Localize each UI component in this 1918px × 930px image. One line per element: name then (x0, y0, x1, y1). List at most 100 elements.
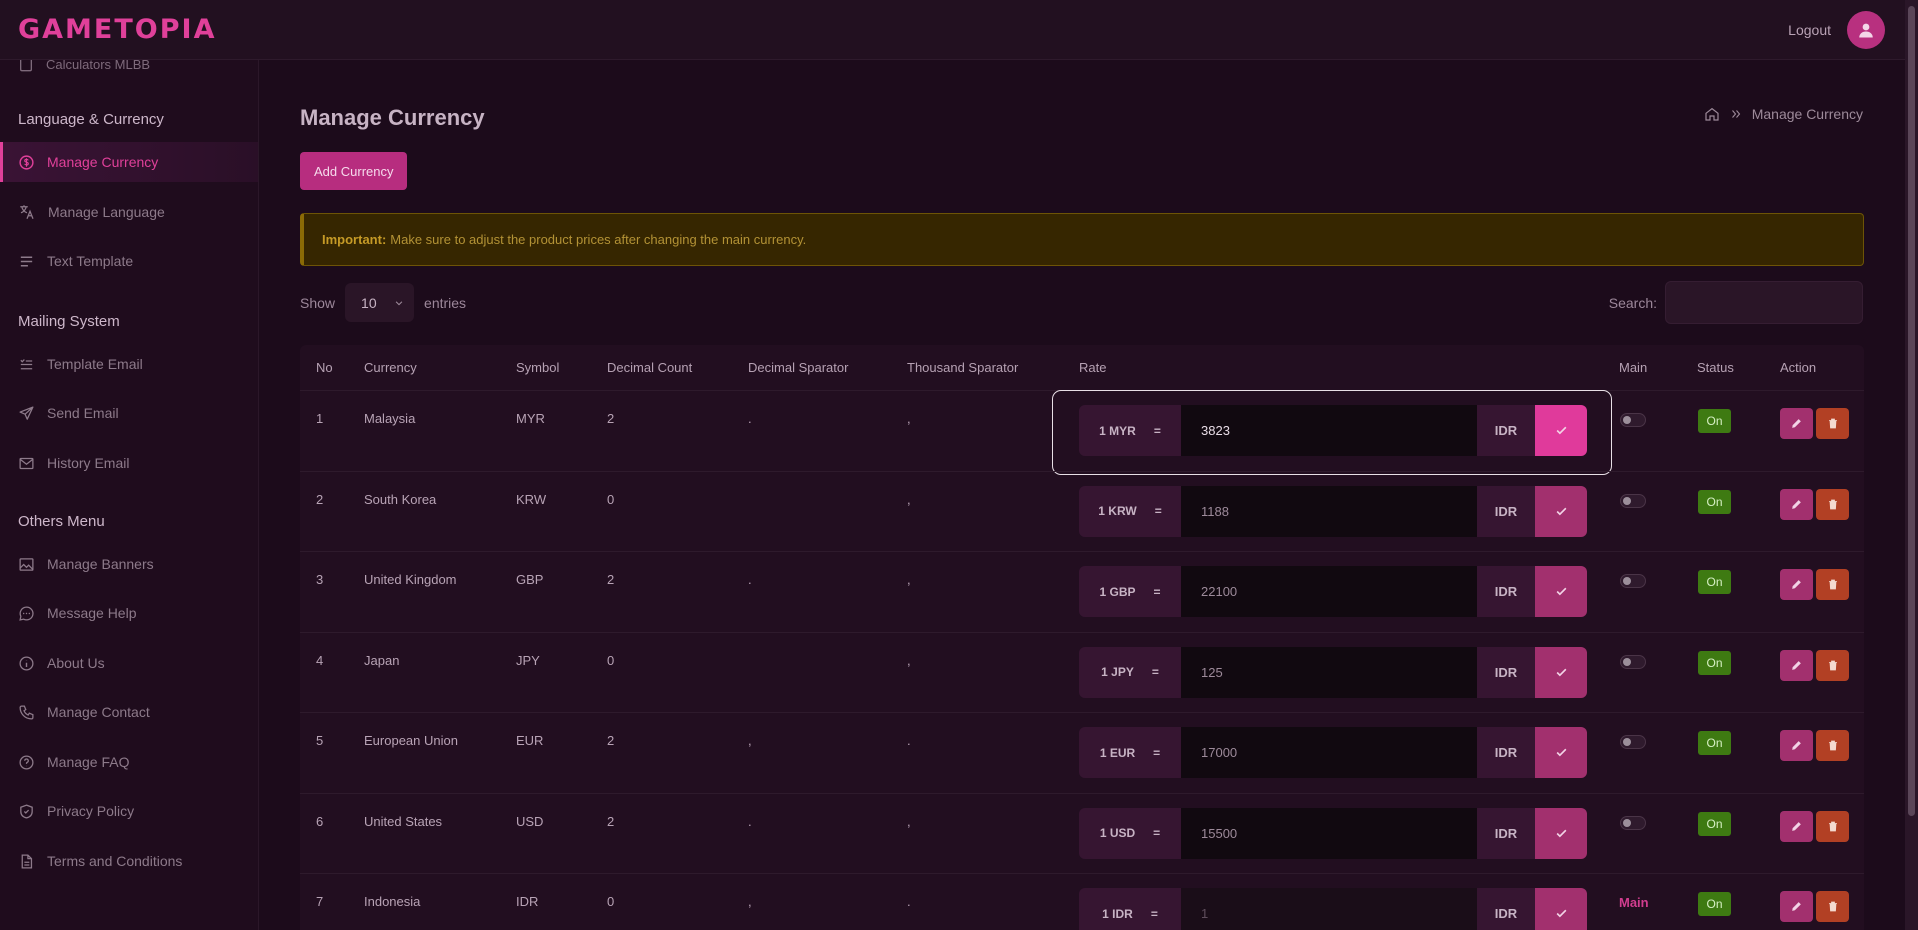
sidebar-item-terms-and-conditions[interactable]: Terms and Conditions (0, 841, 258, 881)
main-toggle[interactable] (1620, 493, 1646, 508)
status-badge[interactable]: On (1698, 650, 1731, 675)
sidebar-item-history-email[interactable]: History Email (0, 443, 258, 483)
top-right-actions: Logout (1788, 10, 1885, 49)
rate-input[interactable]: 125 (1181, 646, 1477, 698)
status-badge[interactable]: On (1698, 409, 1731, 433)
sidebar-item-message-help[interactable]: Message Help (0, 593, 258, 633)
delete-button[interactable] (1816, 891, 1849, 922)
cell-symbol: IDR (516, 894, 539, 909)
entries-select[interactable]: 10 (345, 283, 415, 322)
main-toggle[interactable] (1620, 574, 1646, 588)
column-header-thousand-separator[interactable]: Thousand Sparator (907, 360, 1018, 375)
column-header-status[interactable]: Status (1697, 360, 1734, 375)
rate-input[interactable]: 1188 (1181, 485, 1477, 537)
chevron-down-icon (395, 300, 403, 305)
delete-button[interactable] (1816, 569, 1849, 600)
column-header-main[interactable]: Main (1619, 360, 1647, 375)
sidebar-item-privacy-policy[interactable]: Privacy Policy (0, 791, 258, 831)
sidebar-item-label: Privacy Policy (47, 803, 135, 819)
rate-prefix: 1 EUR = (1079, 727, 1181, 778)
save-rate-button[interactable] (1535, 485, 1587, 537)
edit-button[interactable] (1780, 649, 1813, 681)
main-toggle[interactable] (1620, 654, 1646, 669)
sidebar-item-template-email[interactable]: Template Email (0, 344, 258, 384)
save-rate-button[interactable] (1535, 405, 1587, 456)
rate-base-currency: IDR (1477, 727, 1535, 778)
cell-currency: United States (364, 813, 443, 829)
rate-input-group: 1 JPY = 125 IDR (1079, 646, 1587, 698)
rate-input[interactable]: 17000 (1181, 727, 1477, 778)
rate-input[interactable]: 3823 (1181, 405, 1477, 456)
column-header-currency[interactable]: Currency (364, 360, 417, 375)
image-icon (19, 557, 34, 571)
column-header-decimal-separator[interactable]: Decimal Sparator (748, 360, 848, 375)
edit-button[interactable] (1780, 891, 1813, 922)
add-currency-button[interactable]: Add Currency (300, 152, 408, 190)
check-icon (1556, 748, 1566, 757)
status-badge[interactable]: On (1698, 489, 1731, 514)
delete-button[interactable] (1816, 649, 1849, 681)
rate-input[interactable]: 22100 (1181, 566, 1477, 617)
save-rate-button[interactable] (1535, 807, 1587, 859)
logout-link[interactable]: Logout (1788, 22, 1831, 38)
sidebar-item-label: Terms and Conditions (47, 853, 183, 869)
main-toggle[interactable] (1620, 815, 1646, 830)
entries-select-value: 10 (361, 294, 377, 311)
sidebar-item-send-email[interactable]: Send Email (0, 393, 258, 433)
sidebar-item-manage-language[interactable]: Manage Language (0, 192, 258, 232)
column-header-no[interactable]: No (316, 360, 333, 375)
phone-icon (19, 704, 34, 720)
save-rate-button[interactable] (1535, 566, 1587, 617)
sidebar-item-manage-currency[interactable]: Manage Currency (0, 142, 258, 182)
rate-unit: 1 JPY (1101, 665, 1134, 679)
sidebar-item-calculators-mlbb[interactable]: Calculators MLBB (18, 60, 150, 72)
column-header-rate[interactable]: Rate (1079, 360, 1106, 375)
cell-no: 3 (316, 572, 324, 587)
cell-no: 5 (316, 733, 324, 748)
rate-input[interactable]: 15500 (1181, 807, 1477, 859)
scrollbar-thumb[interactable] (1908, 6, 1915, 816)
save-rate-button[interactable] (1535, 646, 1587, 698)
delete-button[interactable] (1816, 488, 1849, 520)
edit-button[interactable] (1780, 810, 1813, 842)
sidebar-item-manage-banners[interactable]: Manage Banners (0, 544, 258, 584)
status-badge[interactable]: On (1698, 731, 1731, 755)
cell-symbol: EUR (516, 733, 544, 748)
status-badge[interactable]: On (1698, 570, 1731, 594)
status-badge[interactable]: On (1698, 892, 1731, 916)
column-header-decimal-count[interactable]: Decimal Count (607, 360, 692, 375)
status-badge[interactable]: On (1698, 811, 1731, 836)
equals-sign: = (1154, 504, 1162, 518)
delete-button[interactable] (1816, 810, 1849, 842)
rate-input[interactable]: 1 (1181, 888, 1477, 930)
rate-base-currency: IDR (1477, 807, 1535, 859)
column-header-symbol[interactable]: Symbol (516, 360, 559, 375)
edit-button[interactable] (1780, 730, 1813, 761)
brand-logo[interactable]: GAMETOPIA (18, 14, 216, 45)
edit-button[interactable] (1780, 408, 1813, 439)
user-icon (1859, 23, 1873, 37)
edit-button[interactable] (1780, 569, 1813, 600)
sidebar-item-manage-faq[interactable]: Manage FAQ (0, 742, 258, 782)
save-rate-button[interactable] (1535, 727, 1587, 778)
table-row: 6 United States USD 2., 1 USD = 15500 IDR On (300, 792, 1864, 873)
delete-button[interactable] (1816, 408, 1849, 439)
sidebar-item-manage-contact[interactable]: Manage Contact (0, 692, 258, 732)
sidebar-item-label: Manage FAQ (47, 754, 130, 770)
home-icon[interactable] (1704, 106, 1720, 122)
main-toggle[interactable] (1620, 413, 1646, 427)
page-scrollbar[interactable] (1905, 0, 1918, 930)
delete-button[interactable] (1816, 730, 1849, 761)
sidebar-item-text-template[interactable]: Text Template (0, 241, 258, 281)
shield-icon (20, 803, 33, 819)
edit-button[interactable] (1780, 488, 1813, 520)
rate-unit: 1 USD (1099, 826, 1136, 840)
main-toggle[interactable] (1620, 735, 1646, 749)
save-rate-button[interactable] (1535, 888, 1587, 930)
sidebar-item-about-us[interactable]: About Us (0, 643, 258, 683)
search-input[interactable] (1665, 281, 1863, 324)
cell-thousand-separator: . (907, 733, 911, 748)
user-avatar[interactable] (1847, 10, 1885, 49)
rate-unit: 1 GBP (1099, 584, 1136, 599)
trash-icon (1828, 499, 1837, 509)
